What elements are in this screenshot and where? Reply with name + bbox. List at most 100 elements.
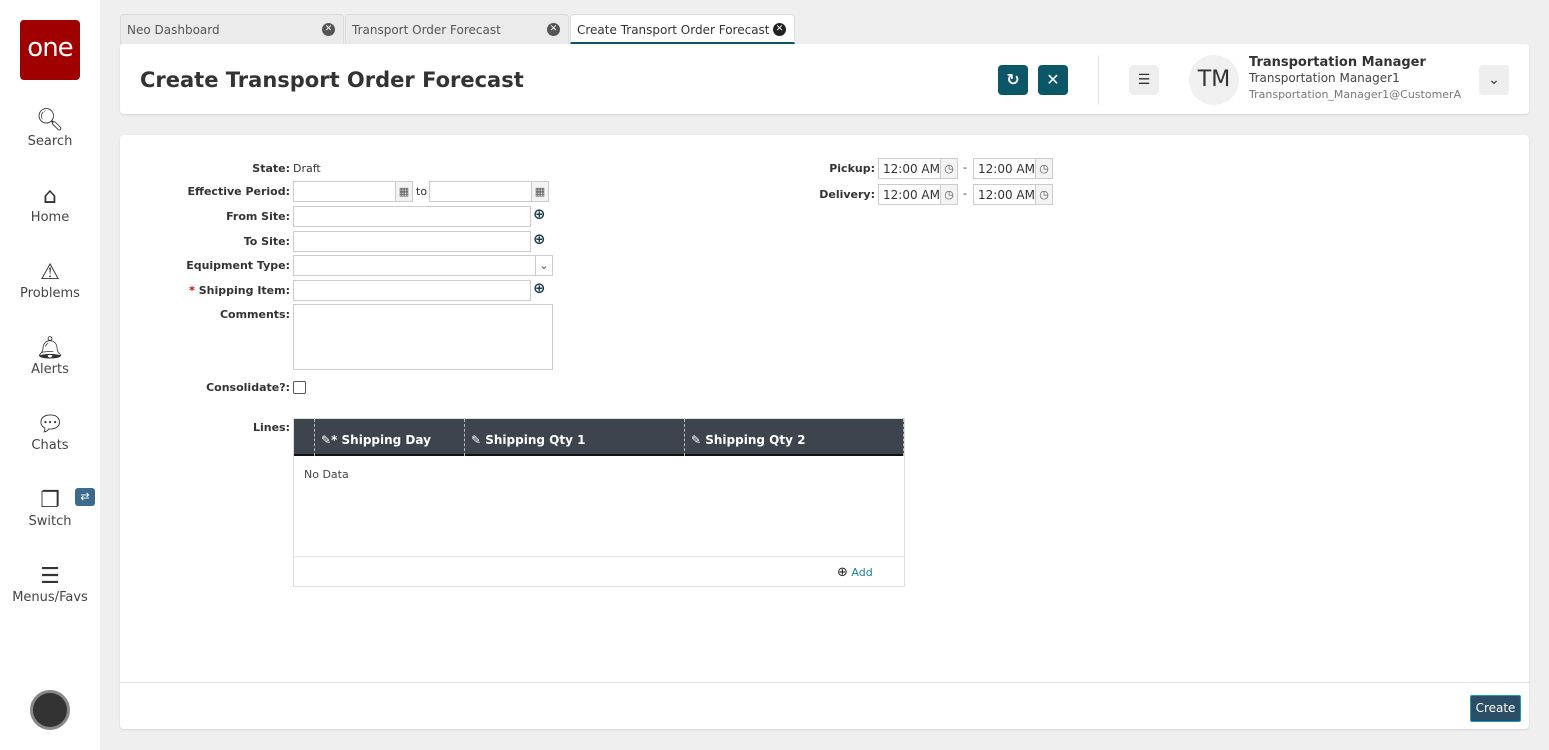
tab-label: Create Transport Order Forecast — [577, 23, 770, 37]
sidebar-item-label: Chats — [31, 438, 69, 453]
tab-label: Neo Dashboard — [127, 23, 220, 37]
range-dash: - — [963, 161, 967, 174]
tab-neo-dashboard[interactable]: Neo Dashboard ✕ — [120, 14, 344, 44]
user-menu-button[interactable]: ⌄ — [1479, 65, 1509, 95]
zoom-in-search-icon[interactable]: ⊕ — [533, 205, 546, 223]
calendar-icon[interactable]: ▦ — [531, 182, 548, 201]
sidebar-item-menus[interactable]: ☰ Menus/Favs — [0, 564, 100, 605]
effective-period-label: Effective Period: — [187, 185, 290, 198]
chat-icon: 💬︎ — [36, 412, 64, 437]
user-avatar[interactable]: TM — [1189, 55, 1239, 105]
shipping-item-label-text: Shipping Item: — [198, 284, 290, 297]
state-value: Draft — [293, 162, 321, 175]
effective-period-start-input[interactable]: ▦ — [293, 181, 413, 202]
create-button[interactable]: Create — [1470, 695, 1521, 722]
divider — [294, 556, 904, 557]
warning-icon: ⚠ — [40, 260, 60, 285]
shipping-item-label: * Shipping Item: — [90, 284, 290, 297]
equipment-type-label: Equipment Type: — [186, 259, 290, 272]
menu-icon: ☰ — [40, 564, 60, 589]
range-dash: - — [963, 187, 967, 200]
add-line-button[interactable]: ⊕ Add — [837, 565, 873, 580]
required-mark: * — [189, 284, 195, 297]
lines-grid: ✎* Shipping Day ✎ Shipping Qty 1 ✎ Shipp… — [293, 418, 905, 587]
zoom-in-search-icon[interactable]: ⊕ — [533, 279, 546, 297]
grid-header: ✎* Shipping Day ✎ Shipping Qty 1 ✎ Shipp… — [294, 419, 904, 456]
column-header-shipping-qty-2[interactable]: ✎ Shipping Qty 2 — [684, 419, 904, 456]
chevron-down-icon: ⌄ — [1488, 72, 1500, 88]
from-site-input[interactable] — [293, 206, 531, 227]
sidebar-item-chats[interactable]: 💬︎ Chats — [0, 412, 100, 453]
lines-label: Lines: — [252, 421, 290, 434]
clock-icon[interactable]: ◷ — [1035, 159, 1052, 178]
edit-icon: ✎ — [691, 433, 702, 447]
home-icon: ⌂ — [43, 184, 57, 209]
delivery-label: Delivery: — [819, 188, 875, 201]
user-email: Transportation_Manager1@CustomerA — [1249, 88, 1462, 101]
delivery-to-input[interactable]: 12:00 AM ◷ — [973, 184, 1053, 205]
user-name: Transportation Manager1 — [1249, 71, 1400, 85]
add-label: Add — [851, 566, 873, 579]
pickup-to-value: 12:00 AM — [978, 162, 1035, 176]
to-site-label: To Site: — [243, 235, 290, 248]
zoom-in-search-icon[interactable]: ⊕ — [533, 230, 546, 248]
user-role: Transportation Manager — [1249, 55, 1426, 70]
consolidate-checkbox[interactable] — [293, 381, 306, 394]
sidebar-item-alerts[interactable]: 🔔︎ Alerts — [0, 336, 100, 377]
close-icon: ✕ — [1046, 70, 1060, 89]
clock-icon[interactable]: ◷ — [940, 159, 957, 178]
footer-divider — [120, 682, 1529, 683]
column-header-shipping-qty-1[interactable]: ✎ Shipping Qty 1 — [464, 419, 684, 456]
refresh-button[interactable]: ↻ — [998, 65, 1028, 95]
comments-textarea[interactable] — [293, 304, 553, 370]
column-label: Shipping Qty 1 — [485, 433, 586, 447]
close-icon[interactable]: ✕ — [322, 23, 335, 36]
pickup-from-input[interactable]: 12:00 AM ◷ — [878, 158, 958, 179]
tab-transport-order-forecast[interactable]: Transport Order Forecast ✕ — [345, 14, 569, 44]
state-label: State: — [252, 162, 290, 175]
to-label: to — [416, 185, 428, 198]
shipping-item-input[interactable] — [293, 280, 531, 301]
sidebar-item-label: Problems — [20, 286, 80, 301]
clock-icon[interactable]: ◷ — [1035, 185, 1052, 204]
sidebar-item-problems[interactable]: ⚠ Problems — [0, 260, 100, 301]
close-icon[interactable]: ✕ — [773, 23, 786, 36]
pickup-to-input[interactable]: 12:00 AM ◷ — [973, 158, 1053, 179]
sidebar-item-label: Home — [30, 210, 70, 225]
tab-label: Transport Order Forecast — [352, 23, 501, 37]
close-icon[interactable]: ✕ — [547, 23, 560, 36]
bell-icon: 🔔︎ — [36, 336, 64, 361]
sidebar: one 🔍︎ Search ⌂ Home ⚠ Problems 🔔︎ Alerts 💬︎… — [0, 0, 100, 750]
page-title: Create Transport Order Forecast — [140, 68, 524, 92]
pickup-label: Pickup: — [829, 162, 875, 175]
column-header-shipping-day[interactable]: ✎* Shipping Day — [314, 419, 464, 456]
consolidate-label: Consolidate?: — [206, 381, 290, 394]
edit-icon: ✎ — [321, 433, 332, 447]
chevron-down-icon: ⌄ — [535, 256, 552, 275]
edit-icon: ✎ — [471, 433, 482, 447]
delivery-to-value: 12:00 AM — [978, 188, 1035, 202]
plus-circle-icon: ⊕ — [837, 565, 848, 580]
required-mark: * — [331, 433, 338, 447]
calendar-icon[interactable]: ▦ — [395, 182, 412, 201]
from-site-label: From Site: — [226, 210, 290, 223]
sidebar-item-search[interactable]: 🔍︎ Search — [0, 108, 100, 149]
close-button[interactable]: ✕ — [1038, 65, 1068, 95]
comments-label: Comments: — [219, 308, 290, 321]
logo[interactable]: one — [20, 20, 80, 80]
sidebar-item-label: Switch — [28, 514, 72, 529]
sidebar-item-home[interactable]: ⌂ Home — [0, 184, 100, 225]
search-icon: 🔍︎ — [36, 108, 64, 133]
equipment-type-select[interactable]: ⌄ — [293, 255, 553, 276]
sidebar-item-label: Search — [27, 134, 73, 149]
delivery-from-value: 12:00 AM — [883, 188, 940, 202]
effective-period-end-input[interactable]: ▦ — [429, 181, 549, 202]
assistant-avatar[interactable] — [30, 690, 70, 730]
tab-create-transport-order-forecast[interactable]: Create Transport Order Forecast ✕ — [570, 14, 795, 44]
to-site-input[interactable] — [293, 231, 531, 252]
refresh-icon: ↻ — [1006, 70, 1020, 89]
clock-icon[interactable]: ◷ — [940, 185, 957, 204]
swap-badge-icon[interactable]: ⇄ — [75, 488, 95, 506]
delivery-from-input[interactable]: 12:00 AM ◷ — [878, 184, 958, 205]
menu-button[interactable]: ☰ — [1129, 65, 1159, 95]
